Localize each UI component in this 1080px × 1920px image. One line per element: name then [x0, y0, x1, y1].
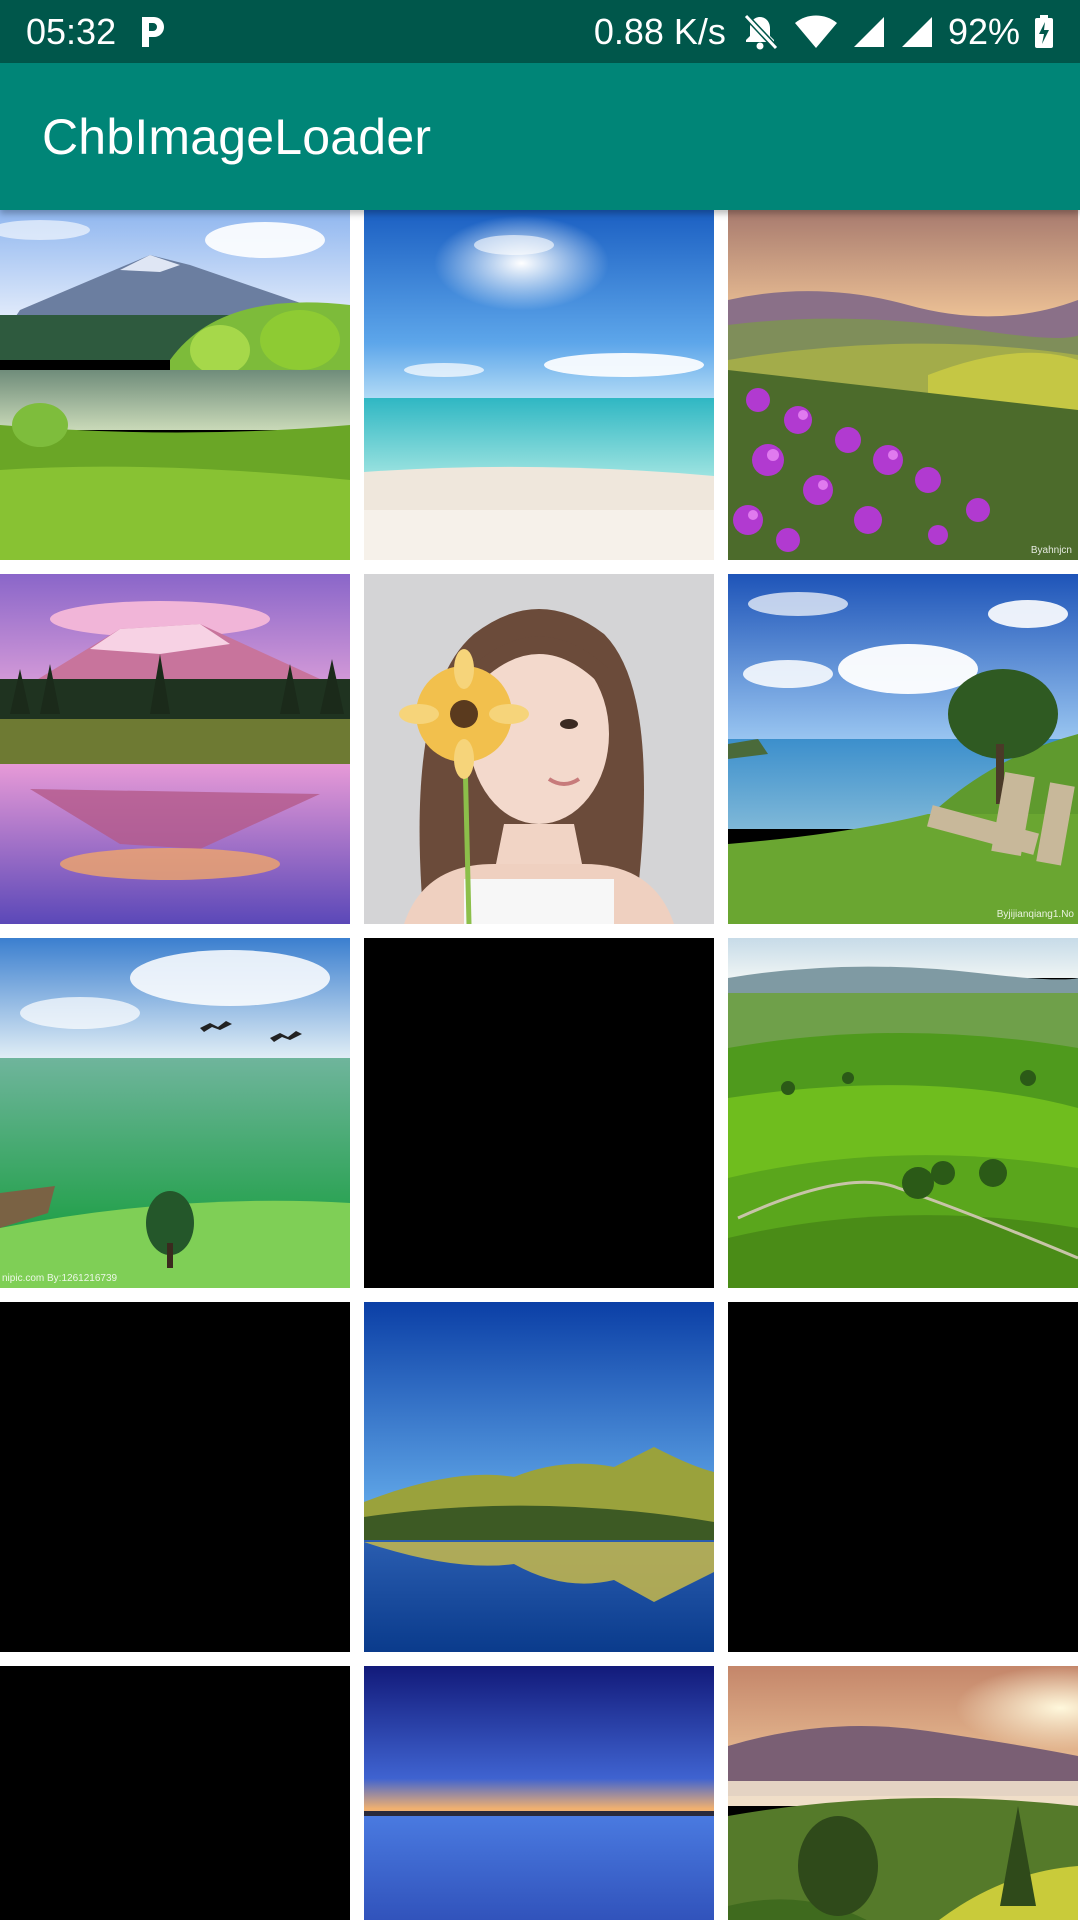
- signal-icon: [852, 15, 886, 49]
- grid-image-purple-flower-hillside[interactable]: Byahnjcn: [728, 210, 1078, 560]
- notifications-off-icon: [740, 12, 780, 52]
- grid-image-lake-mountain-reflection[interactable]: [364, 1302, 714, 1652]
- status-left: 05:32: [26, 11, 166, 53]
- grid-image-sunset-valley[interactable]: [728, 1666, 1078, 1920]
- app-title: ChbImageLoader: [42, 108, 432, 165]
- grid-image-mountain-lake[interactable]: [0, 210, 350, 560]
- image-watermark: nipic.com By:1261216739: [2, 1273, 118, 1284]
- grid-image-green-sea-birds[interactable]: nipic.com By:1261216739: [0, 938, 350, 1288]
- battery-charging-icon: [1034, 14, 1054, 49]
- grid-image-tropical-beach[interactable]: [364, 210, 714, 560]
- network-speed: 0.88 K/s: [593, 10, 726, 52]
- battery-percentage: 92%: [947, 10, 1020, 52]
- status-right: 0.88 K/s 92%: [594, 11, 1054, 53]
- parking-icon: [138, 15, 166, 49]
- grid-image-placeholder[interactable]: [364, 938, 714, 1288]
- image-grid[interactable]: Byahnjcn Byjijianqiang1.No nipic.com By:…: [0, 210, 1080, 1920]
- grid-image-placeholder[interactable]: [728, 1302, 1078, 1652]
- grid-image-pink-mountain-reflection[interactable]: [0, 574, 350, 924]
- grid-image-girl-with-sunflower[interactable]: [364, 574, 714, 924]
- grid-image-blue-dusk-lake[interactable]: [364, 1666, 714, 1920]
- image-watermark: Byahnjcn: [1030, 545, 1072, 556]
- signal-icon-secondary: [900, 15, 934, 49]
- status-time: 05:32: [26, 10, 117, 52]
- app-bar: ChbImageLoader: [0, 63, 1080, 210]
- grid-image-placeholder[interactable]: [0, 1666, 350, 1920]
- image-watermark: Byjijianqiang1.No: [996, 909, 1074, 920]
- grid-image-coast-bench[interactable]: Byjijianqiang1.No: [728, 574, 1078, 924]
- status-bar: 05:32 0.88 K/s 92%: [0, 0, 1080, 63]
- wifi-icon: [794, 14, 838, 50]
- grid-image-green-rolling-hills[interactable]: [728, 938, 1078, 1288]
- grid-image-placeholder[interactable]: [0, 1302, 350, 1652]
